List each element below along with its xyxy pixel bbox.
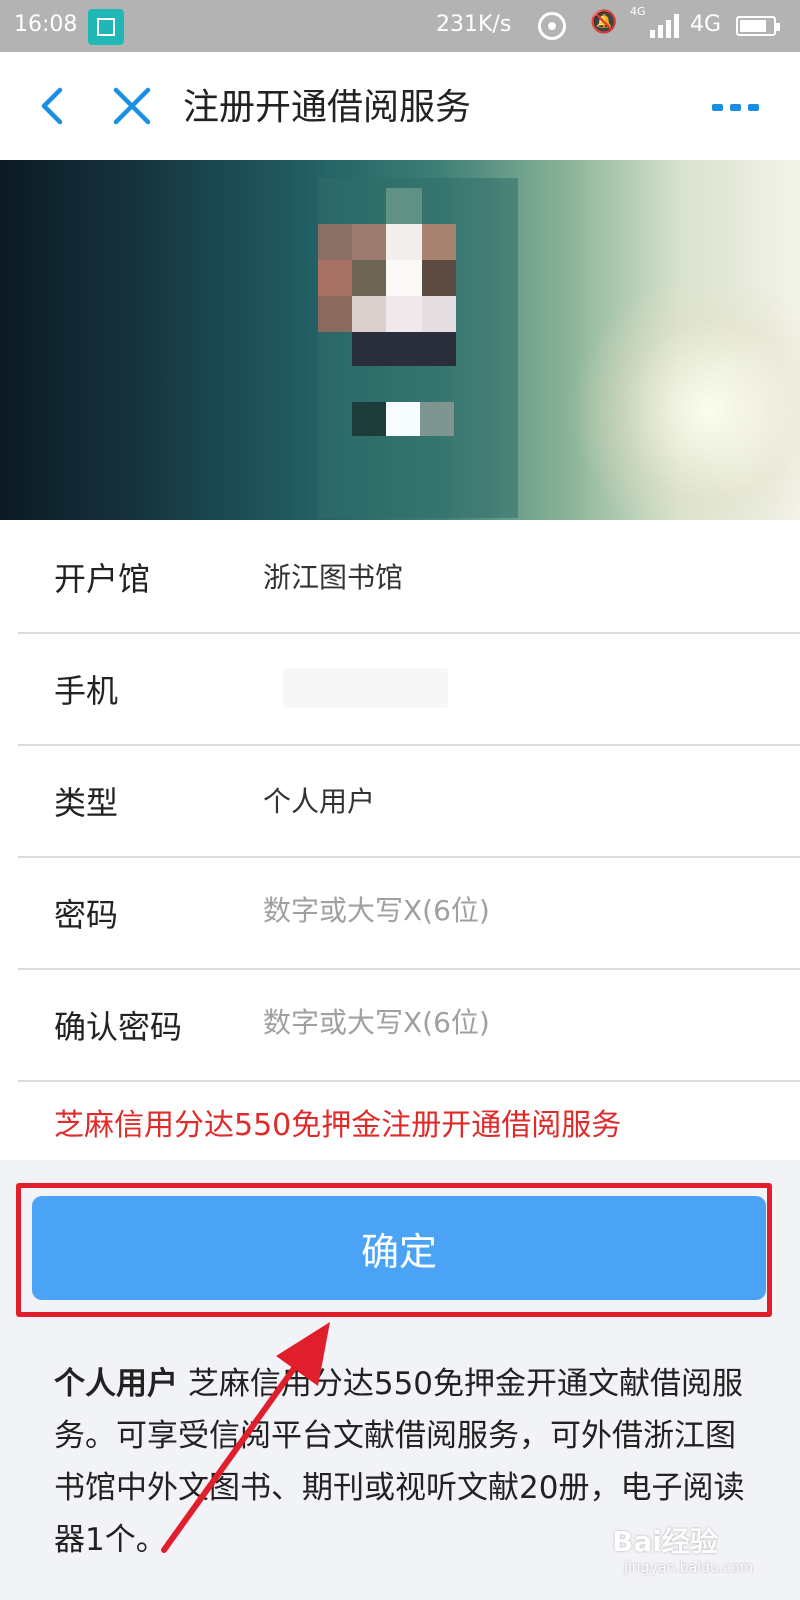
network-type: 4G bbox=[690, 12, 722, 37]
status-time: 16:08 bbox=[14, 12, 78, 37]
type-value[interactable]: 个人用户 bbox=[263, 780, 375, 820]
status-bar: 16:08 231K/s 🔕 4G 4G bbox=[0, 0, 800, 52]
baidu-watermark: Bai经验 jingyan.baidu.com bbox=[612, 1520, 782, 1584]
mute-bell-icon: 🔕 bbox=[590, 10, 618, 35]
annotation-arrow bbox=[161, 1322, 330, 1553]
watermark-main: Bai经验 bbox=[612, 1525, 718, 1558]
banner-image bbox=[0, 160, 800, 520]
confirm-button[interactable]: 确定 bbox=[32, 1196, 766, 1300]
close-icon[interactable] bbox=[108, 82, 156, 130]
more-options-icon[interactable] bbox=[712, 92, 764, 122]
network-small-label: 4G bbox=[630, 5, 646, 18]
form-row-confirm-password: 确认密码 bbox=[18, 968, 800, 1082]
type-label: 类型 bbox=[54, 784, 119, 822]
library-label: 开户馆 bbox=[54, 560, 151, 598]
confirm-password-input[interactable] bbox=[263, 998, 743, 1046]
form-row-phone: 手机 bbox=[18, 632, 800, 746]
watermark-sub: jingyan.baidu.com bbox=[624, 1560, 754, 1576]
navigation-bar: 注册开通借阅服务 bbox=[0, 52, 800, 160]
registration-form: 开户馆 浙江图书馆 手机 类型 个人用户 密码 确认密码 芝麻信用分达550免押… bbox=[0, 520, 800, 1160]
phone-value-masked bbox=[283, 668, 448, 708]
password-label: 密码 bbox=[54, 896, 119, 934]
hotspot-icon bbox=[538, 12, 566, 40]
credit-notice: 芝麻信用分达550免押金注册开通借阅服务 bbox=[54, 1108, 622, 1143]
banner-glow bbox=[560, 280, 800, 520]
back-icon[interactable] bbox=[30, 82, 78, 130]
form-row-password: 密码 bbox=[18, 856, 800, 970]
form-row-type: 类型 个人用户 bbox=[18, 744, 800, 858]
page-title: 注册开通借阅服务 bbox=[183, 87, 472, 128]
phone-label: 手机 bbox=[54, 672, 119, 710]
network-speed: 231K/s bbox=[436, 12, 512, 37]
password-input[interactable] bbox=[263, 886, 743, 934]
form-row-library: 开户馆 浙江图书馆 bbox=[18, 520, 800, 634]
library-value[interactable]: 浙江图书馆 bbox=[263, 556, 403, 596]
signal-icon bbox=[650, 14, 686, 38]
screenshot-scan-icon bbox=[88, 9, 124, 45]
confirm-password-label: 确认密码 bbox=[54, 1008, 183, 1046]
battery-icon bbox=[736, 16, 780, 36]
pixelated-logo bbox=[318, 178, 518, 518]
